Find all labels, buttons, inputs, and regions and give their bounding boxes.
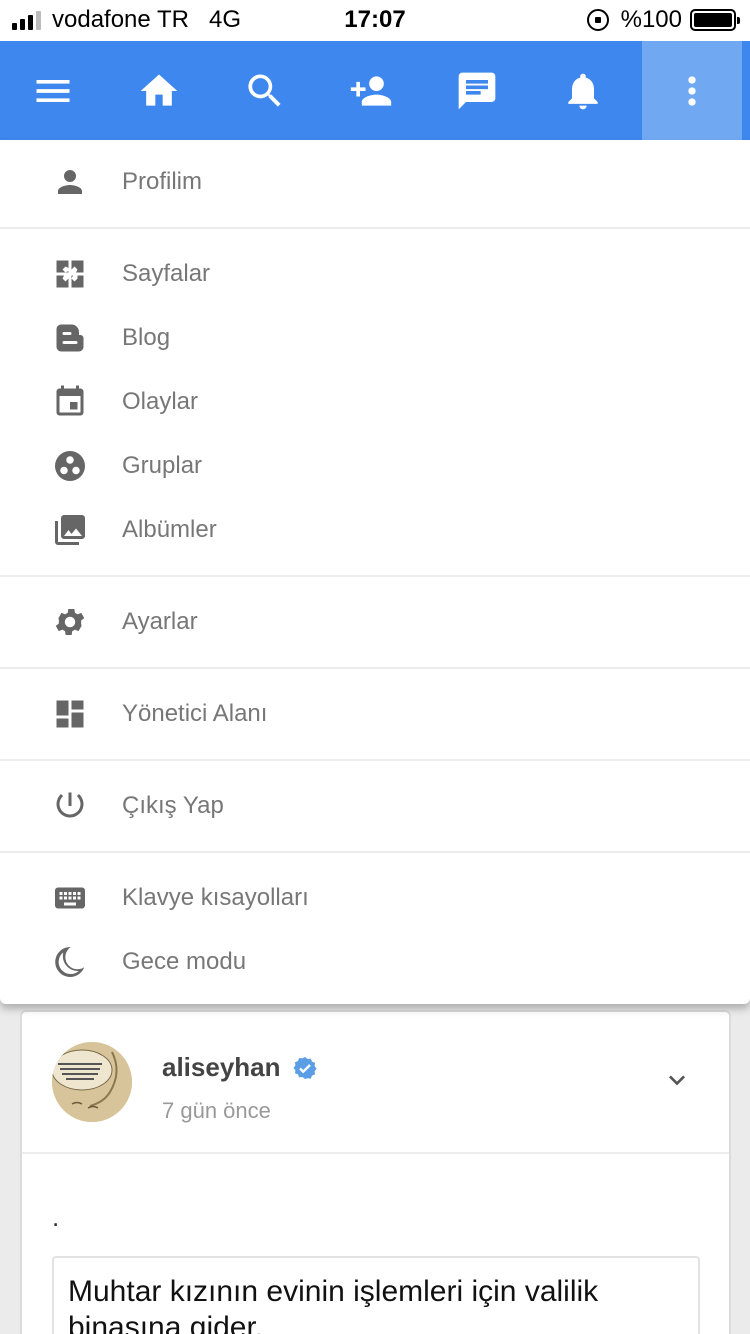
post-time: 7 gün önce (162, 1098, 271, 1123)
menu-item-pages[interactable]: Sayfalar (0, 242, 750, 306)
dropdown-menu: Profilim Sayfalar Blog Olaylar Gruplar A… (0, 140, 750, 1004)
menu-item-logout[interactable]: Çıkış Yap (0, 774, 750, 838)
search-button[interactable] (212, 41, 318, 140)
menu-item-admin[interactable]: Yönetici Alanı (0, 682, 750, 746)
more-vert-icon (688, 75, 696, 106)
menu-item-keyboard-shortcuts[interactable]: Klavye kısayolları (0, 866, 750, 930)
menu-button[interactable] (0, 41, 106, 140)
menu-item-label: Klavye kısayolları (122, 884, 309, 911)
menu-icon (36, 79, 70, 102)
menu-divider (0, 851, 750, 853)
add-friend-icon (350, 75, 392, 106)
albums-icon (55, 515, 85, 545)
network-type: 4G (208, 6, 241, 33)
moon-icon (55, 946, 85, 977)
app-bar (0, 41, 750, 140)
chevron-down-icon (669, 1075, 685, 1086)
pages-icon (56, 260, 84, 288)
menu-divider (0, 227, 750, 229)
power-icon (56, 792, 84, 818)
menu-item-profile[interactable]: Profilim (0, 150, 750, 214)
menu-divider (0, 759, 750, 761)
post-card: aliseyhan 7 gün önce . Muhtar kızının ev… (20, 1010, 731, 1334)
groups-icon (55, 451, 85, 481)
menu-item-label: Albümler (122, 516, 217, 543)
card-divider (22, 1152, 729, 1154)
menu-item-label: Gece modu (122, 948, 247, 975)
menu-item-albums[interactable]: Albümler (0, 498, 750, 562)
avatar[interactable] (52, 1042, 132, 1122)
rotation-lock-icon (586, 9, 609, 31)
post-options-button[interactable] (661, 1064, 693, 1096)
home-icon (140, 74, 178, 106)
battery-percent: %100 (620, 6, 682, 33)
menu-item-label: Blog (122, 324, 171, 351)
notifications-button[interactable] (530, 41, 636, 140)
menu-item-label: Ayarlar (122, 608, 198, 635)
menu-item-label: Sayfalar (122, 260, 211, 287)
menu-item-settings[interactable]: Ayarlar (0, 590, 750, 654)
menu-item-label: Yönetici Alanı (122, 700, 268, 727)
post-quote: Muhtar kızının evinin işlemleri için val… (52, 1256, 700, 1334)
home-button[interactable] (106, 41, 212, 140)
messages-button[interactable] (424, 41, 530, 140)
menu-divider (0, 667, 750, 669)
post-author[interactable]: aliseyhan (162, 1052, 317, 1083)
menu-item-label: Çıkış Yap (122, 792, 224, 819)
calendar-icon (56, 385, 84, 416)
verified-icon (292, 1056, 317, 1079)
username[interactable]: aliseyhan (162, 1052, 281, 1083)
gear-icon (55, 608, 85, 636)
carrier-name: vodafone TR (52, 6, 189, 33)
blog-icon (56, 324, 84, 352)
menu-item-label: Olaylar (122, 388, 199, 415)
menu-item-night-mode[interactable]: Gece modu (0, 930, 750, 994)
status-bar: vodafone TR 4G 17:07 %100 (0, 0, 750, 41)
more-options-button[interactable] (642, 41, 742, 140)
avatar-image (52, 1042, 132, 1122)
search-icon (248, 74, 281, 107)
menu-item-groups[interactable]: Gruplar (0, 434, 750, 498)
battery-icon (690, 9, 740, 31)
notifications-icon (568, 73, 598, 109)
menu-item-events[interactable]: Olaylar (0, 370, 750, 434)
add-friend-button[interactable] (318, 41, 424, 140)
post-text: . (52, 1202, 60, 1232)
menu-item-label: Profilim (122, 168, 203, 195)
messages-icon (458, 72, 496, 109)
dashboard-icon (56, 700, 84, 728)
person-icon (58, 170, 82, 194)
menu-item-label: Gruplar (122, 452, 203, 479)
keyboard-icon (55, 887, 85, 909)
signal-icon (12, 10, 44, 30)
menu-divider (0, 575, 750, 577)
menu-item-blog[interactable]: Blog (0, 306, 750, 370)
